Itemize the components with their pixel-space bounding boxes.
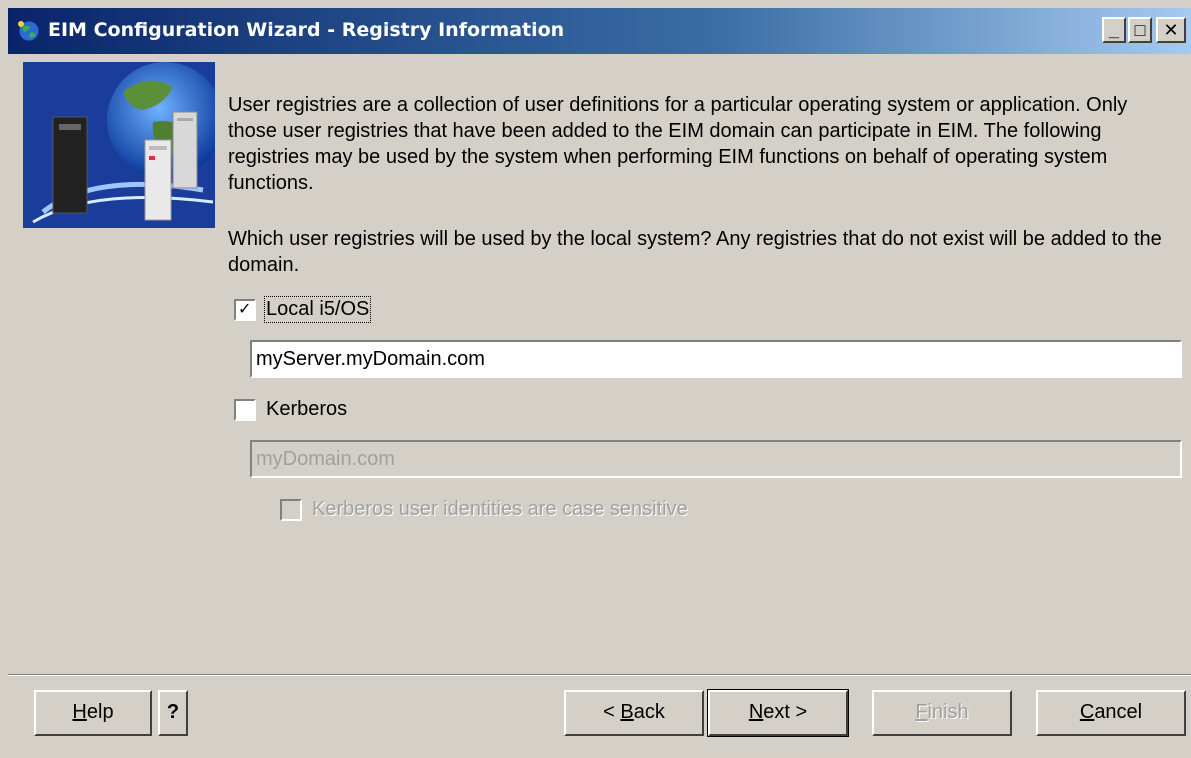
local-registry-field[interactable]: myServer.myDomain.com: [250, 340, 1182, 378]
wizard-globe-icon: [16, 19, 42, 43]
finish-button: Finish: [872, 690, 1012, 736]
local-registry-checkbox-row[interactable]: ✓ Local i5/OS: [234, 296, 372, 323]
case-sensitive-checkbox-row: Kerberos user identities are case sensit…: [280, 498, 688, 521]
help-accel: H: [72, 701, 87, 723]
next-accel: N: [748, 701, 764, 723]
close-button[interactable]: ✕: [1156, 17, 1186, 43]
kerberos-label[interactable]: Kerberos: [266, 398, 347, 421]
finish-accel: F: [915, 701, 928, 723]
wizard-window: EIM Configuration Wizard - Registry Info…: [0, 0, 1191, 758]
back-label: ack: [633, 701, 665, 723]
minimize-icon: _: [1108, 20, 1119, 40]
next-label: ext >: [763, 701, 808, 723]
wizard-content: User registries are a collection of user…: [8, 54, 1191, 758]
cancel-button[interactable]: Cancel: [1036, 690, 1186, 736]
server-banner-image: [23, 62, 215, 228]
registry-question: Which user registries will be used by th…: [228, 228, 1162, 276]
next-button[interactable]: Next >: [707, 689, 849, 737]
case-sensitive-label: Kerberos user identities are case sensit…: [312, 498, 688, 520]
finish-label: inish: [927, 701, 969, 723]
local-registry-label[interactable]: Local i5/OS: [263, 296, 372, 323]
minimize-button[interactable]: _: [1102, 17, 1126, 43]
help-label: elp: [86, 701, 114, 723]
back-button[interactable]: < Back: [564, 690, 704, 736]
back-prefix: <: [603, 701, 621, 723]
maximize-icon: □: [1134, 20, 1146, 40]
cancel-accel: C: [1079, 701, 1095, 723]
close-icon: ✕: [1163, 20, 1179, 40]
question-button[interactable]: ?: [158, 690, 188, 736]
cancel-label: ancel: [1094, 701, 1143, 723]
window-title: EIM Configuration Wizard - Registry Info…: [48, 19, 565, 41]
title-bar[interactable]: EIM Configuration Wizard - Registry Info…: [8, 8, 1191, 54]
kerberos-realm-field: myDomain.com: [250, 440, 1182, 478]
back-accel: B: [620, 701, 634, 723]
help-button[interactable]: Help: [34, 690, 152, 736]
local-registry-checkbox[interactable]: ✓: [234, 298, 256, 321]
button-separator: [8, 674, 1191, 676]
intro-paragraph: User registries are a collection of user…: [228, 94, 1128, 194]
case-sensitive-checkbox: [280, 498, 302, 521]
question-icon: ?: [166, 701, 180, 723]
kerberos-checkbox[interactable]: [234, 398, 256, 421]
maximize-button[interactable]: □: [1128, 17, 1152, 43]
checkmark-icon: ✓: [238, 300, 252, 318]
kerberos-checkbox-row[interactable]: Kerberos: [234, 398, 347, 421]
